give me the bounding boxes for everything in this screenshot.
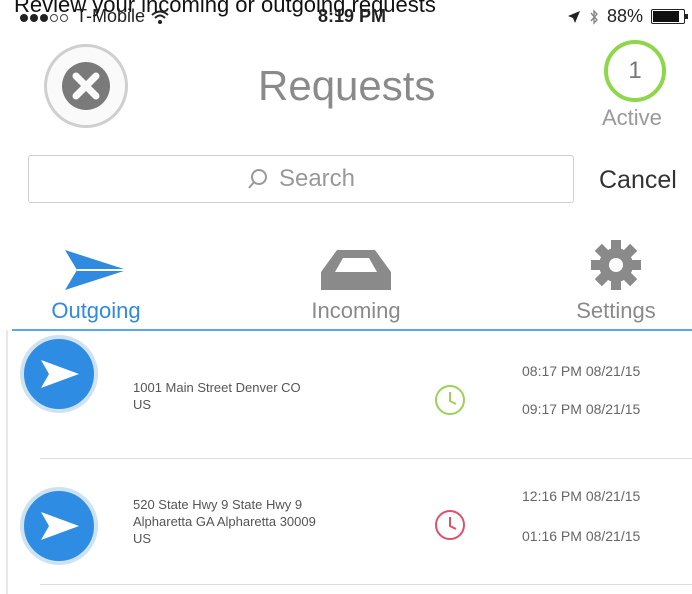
clock-icon xyxy=(435,510,465,540)
wifi-icon xyxy=(151,10,169,24)
send-icon xyxy=(41,512,79,540)
active-label: Active xyxy=(602,105,662,130)
request-type-avatar xyxy=(20,335,98,413)
address-line: US xyxy=(133,397,152,412)
send-icon xyxy=(65,250,127,290)
bluetooth-icon xyxy=(590,8,598,25)
tab-outgoing[interactable]: Outgoing xyxy=(26,238,166,324)
active-count-badge[interactable]: 1 xyxy=(604,40,666,102)
search-placeholder: Search xyxy=(278,165,356,192)
gear-icon xyxy=(591,240,641,290)
request-start-time: 12:16 PM 08/21/15 xyxy=(522,488,641,504)
request-end-time: 01:16 PM 08/21/15 xyxy=(522,528,641,544)
request-row[interactable]: 1001 Main Street Denver CO US 08:17 PM 0… xyxy=(0,335,692,455)
request-type-avatar xyxy=(20,487,98,565)
tab-incoming-label: Incoming xyxy=(311,298,401,323)
inbox-icon xyxy=(321,250,391,290)
request-start-time: 08:17 PM 08/21/15 xyxy=(522,363,641,379)
tab-underline xyxy=(12,329,692,331)
request-address: 1001 Main Street Denver CO US xyxy=(133,379,393,413)
send-icon xyxy=(41,360,79,388)
tab-settings-label: Settings xyxy=(576,298,656,323)
status-time: 8:19 PM xyxy=(318,6,387,26)
search-icon xyxy=(248,169,267,189)
cancel-button[interactable]: Cancel xyxy=(599,166,677,195)
carrier-name: T-Mobile xyxy=(76,6,146,26)
tab-outgoing-label: Outgoing xyxy=(51,298,141,323)
battery-icon xyxy=(651,9,688,24)
address-line: Alpharetta GA Alpharetta 30009 xyxy=(133,514,316,529)
request-end-time: 09:17 PM 08/21/15 xyxy=(522,401,641,417)
signal-dots-icon xyxy=(20,6,70,27)
tab-settings[interactable]: Settings xyxy=(546,238,686,324)
close-button[interactable] xyxy=(44,44,128,128)
close-icon xyxy=(62,62,110,110)
address-line: 1001 Main Street Denver CO xyxy=(133,380,301,395)
address-line: US xyxy=(133,531,152,546)
tab-incoming[interactable]: Incoming xyxy=(286,238,426,324)
row-divider xyxy=(40,584,692,585)
address-line: 520 State Hwy 9 State Hwy 9 xyxy=(133,497,303,512)
request-row[interactable]: 520 State Hwy 9 State Hwy 9 Alpharetta G… xyxy=(0,455,692,575)
request-address: 520 State Hwy 9 State Hwy 9 Alpharetta G… xyxy=(133,496,393,547)
status-bar: T-Mobile 8:19 PM 88% xyxy=(20,6,688,30)
page-title: Requests xyxy=(258,62,436,109)
clock-icon xyxy=(435,385,465,415)
location-arrow-icon xyxy=(567,10,580,23)
search-input[interactable]: Search xyxy=(28,155,574,203)
battery-percent: 88% xyxy=(606,6,643,26)
